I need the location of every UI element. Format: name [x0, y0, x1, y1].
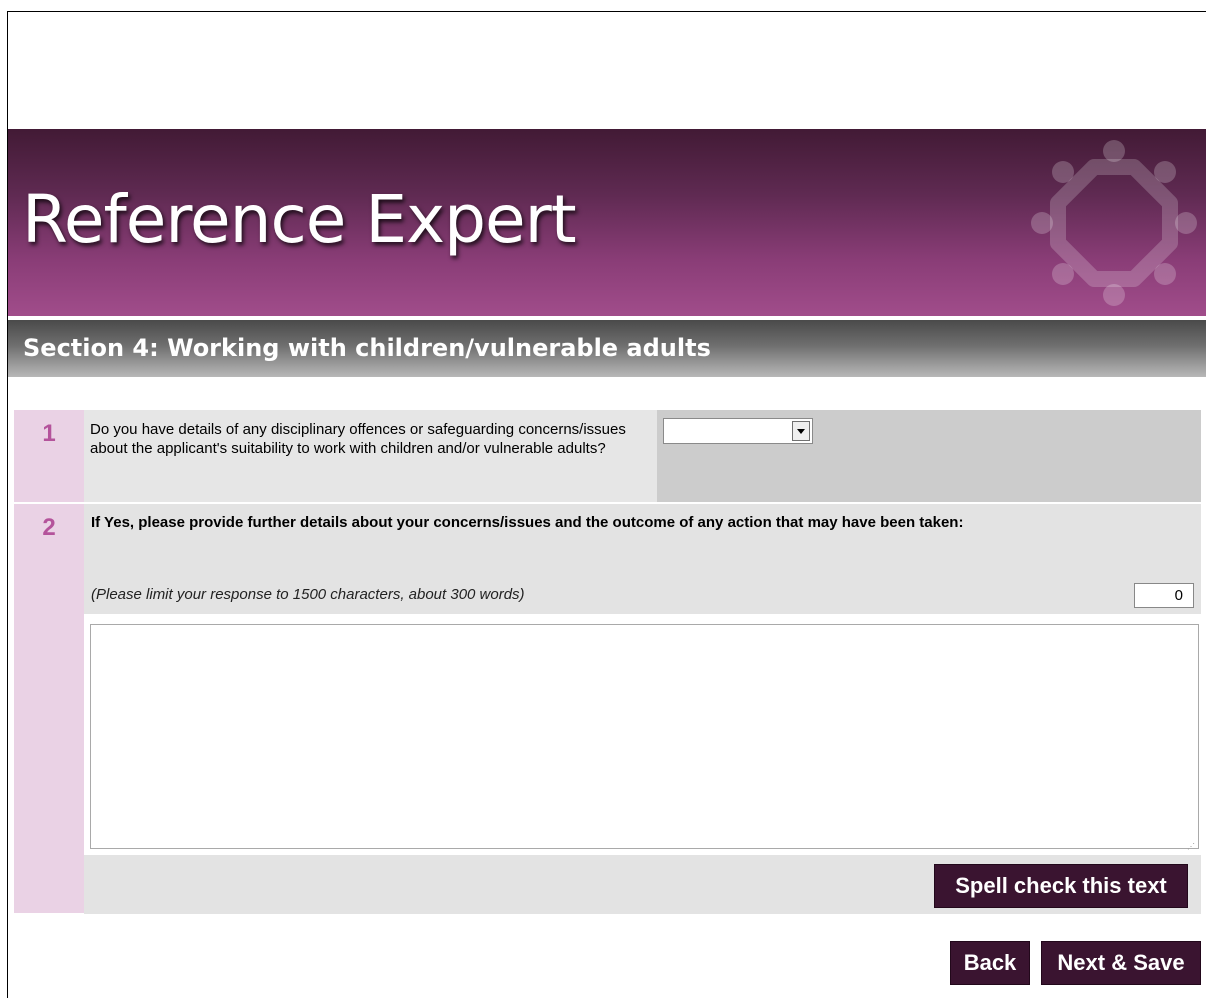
- question-answer-cell: [657, 410, 1201, 502]
- question-details-panel: If Yes, please provide further details a…: [84, 504, 1201, 914]
- next-and-save-button[interactable]: Next & Save: [1041, 941, 1201, 985]
- section-title: Section 4: Working with children/vulnera…: [23, 334, 711, 362]
- question-number-cell: 2: [14, 504, 84, 913]
- question-number: 1: [42, 420, 56, 447]
- character-counter: 0: [1134, 583, 1194, 608]
- question-number-cell: 1: [14, 410, 84, 502]
- frame-border-top: [7, 11, 1206, 12]
- resize-grip-icon[interactable]: ⋰: [1187, 843, 1195, 851]
- banner-divider: [8, 316, 1206, 319]
- page: Reference Expert Section 4: Working with…: [0, 0, 1206, 998]
- character-limit-hint: (Please limit your response to 1500 char…: [91, 586, 525, 603]
- question-text-cell: Do you have details of any disciplinary …: [84, 410, 657, 502]
- chevron-down-icon[interactable]: [792, 421, 810, 441]
- section-header: Section 4: Working with children/vulnera…: [8, 320, 1206, 377]
- question-number: 2: [42, 514, 56, 541]
- header-banner: Reference Expert: [8, 129, 1206, 317]
- circular-people-emblem-icon: [1031, 140, 1197, 306]
- back-button[interactable]: Back: [950, 941, 1030, 985]
- question-text: Do you have details of any disciplinary …: [90, 421, 626, 457]
- app-title: Reference Expert: [22, 181, 577, 258]
- details-response-textarea[interactable]: [90, 624, 1199, 849]
- disciplinary-offences-select[interactable]: [663, 418, 813, 444]
- spell-check-button[interactable]: Spell check this text: [934, 864, 1188, 908]
- response-area-wrapper: ⋰: [84, 615, 1201, 855]
- question-text: If Yes, please provide further details a…: [91, 514, 964, 531]
